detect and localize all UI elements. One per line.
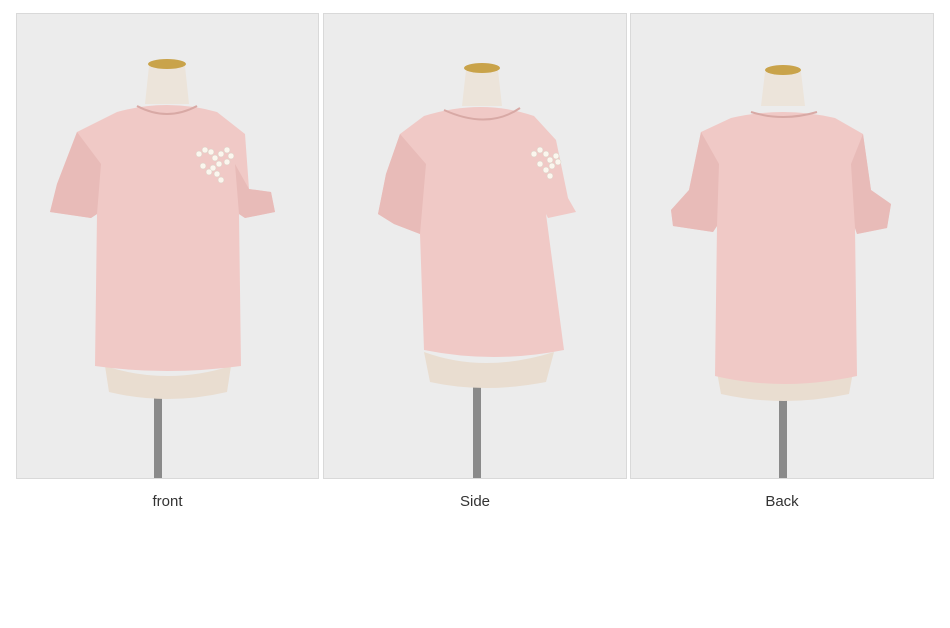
back-shirt-illustration — [631, 14, 933, 478]
back-view-photo — [630, 13, 934, 479]
front-shirt-illustration — [17, 14, 318, 478]
mannequin-neck — [462, 70, 502, 106]
stand-pole — [473, 382, 481, 478]
neck-cap — [148, 59, 186, 69]
front-view-photo — [16, 13, 319, 479]
mannequin-neck — [145, 66, 189, 104]
front-caption: front — [152, 493, 183, 510]
mannequin-neck — [761, 72, 805, 106]
side-view-photo — [323, 13, 627, 479]
side-caption: Side — [459, 493, 491, 510]
neck-cap — [464, 63, 500, 73]
side-shirt-illustration — [324, 14, 626, 478]
neck-cap — [765, 65, 801, 75]
back-caption: Back — [765, 493, 799, 510]
